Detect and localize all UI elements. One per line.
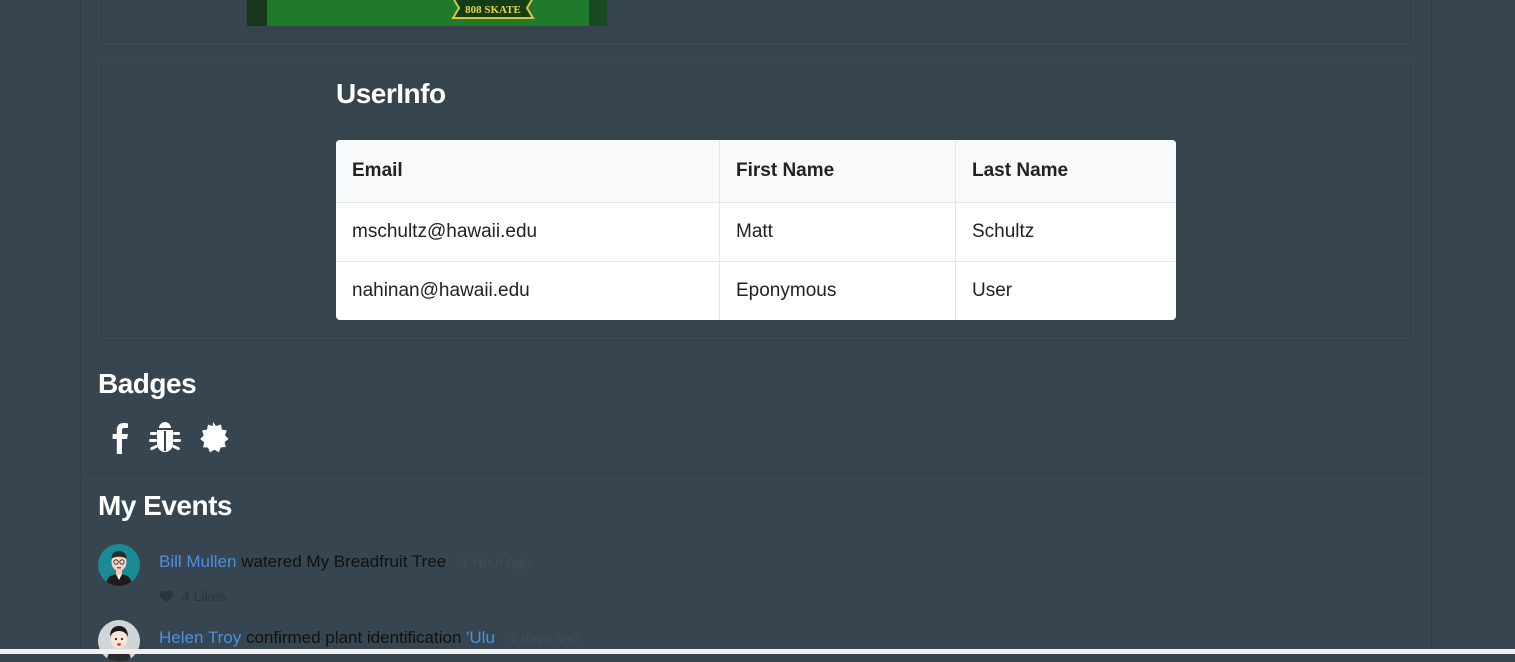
banner-image-shadow bbox=[589, 0, 607, 26]
event-text: Bill Mullen watered My Breadfruit Tree 1… bbox=[159, 552, 531, 572]
event-likes[interactable]: 4 Likes bbox=[159, 588, 226, 604]
column-header-first-name: First Name bbox=[720, 140, 956, 203]
certificate-icon[interactable] bbox=[196, 420, 230, 456]
column-header-email: Email bbox=[336, 140, 720, 203]
table-header-row: Email First Name Last Name bbox=[336, 140, 1176, 203]
badges-title: Badges bbox=[98, 368, 197, 399]
likes-count: 4 Likes bbox=[182, 588, 227, 604]
banner-image-shadow bbox=[247, 0, 267, 26]
skate-logo-badge: 808 SKATE bbox=[451, 0, 535, 19]
event-text: Helen Troy confirmed plant identificatio… bbox=[159, 628, 578, 648]
banner-image: 808 SKATE bbox=[247, 0, 607, 26]
user-info-table: Email First Name Last Name mschultz@hawa… bbox=[336, 140, 1176, 320]
cell-email: mschultz@hawaii.edu bbox=[336, 203, 720, 262]
heart-icon bbox=[159, 590, 174, 603]
avatar[interactable] bbox=[98, 620, 140, 662]
my-events-title: My Events bbox=[98, 490, 233, 521]
table-row: mschultz@hawaii.edu Matt Schultz bbox=[336, 203, 1176, 262]
event-action: confirmed plant identification bbox=[245, 628, 462, 647]
event-time: 1 Hour Ago bbox=[460, 554, 532, 570]
user-info-title: UserInfo bbox=[336, 78, 446, 109]
cell-last-name: Schultz bbox=[956, 203, 1176, 262]
column-header-last-name: Last Name bbox=[956, 140, 1176, 203]
section-divider bbox=[80, 472, 1430, 473]
horizontal-scrollbar[interactable] bbox=[0, 649, 1515, 654]
table-row: nahinan@hawaii.edu Eponymous User bbox=[336, 262, 1176, 320]
event-user-link[interactable]: Helen Troy bbox=[159, 628, 241, 647]
event-user-link[interactable]: Bill Mullen bbox=[159, 552, 236, 571]
facebook-icon[interactable] bbox=[104, 420, 138, 456]
bug-icon[interactable] bbox=[148, 420, 182, 456]
cell-first-name: Matt bbox=[720, 203, 956, 262]
cell-last-name: User bbox=[972, 280, 1013, 301]
cell-first-name: Eponymous bbox=[720, 262, 956, 320]
skate-logo-text: 808 SKATE bbox=[465, 4, 521, 16]
event-action: watered My Breadfruit Tree bbox=[241, 552, 447, 571]
event-time: 4 days ago bbox=[509, 630, 579, 646]
event-target-link[interactable]: 'Ulu bbox=[466, 628, 495, 647]
avatar[interactable] bbox=[98, 544, 140, 586]
cell-email: nahinan@hawaii.edu bbox=[336, 262, 720, 320]
